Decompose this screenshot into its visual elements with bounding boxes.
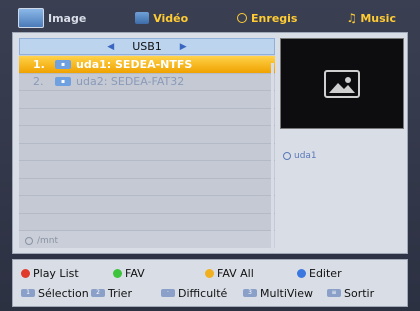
current-path: /mnt	[25, 236, 58, 246]
empty-row	[19, 161, 275, 179]
item-number: 1.	[33, 57, 45, 71]
empty-row	[19, 126, 275, 144]
tab-video-label: Vidéo	[153, 11, 189, 25]
legend-sortir-label: Sortir	[344, 286, 375, 300]
video-icon	[135, 12, 150, 24]
arrow-right-icon[interactable]: ▶	[180, 42, 187, 52]
tab-video[interactable]: Vidéo	[135, 12, 188, 25]
tab-music-label: Music	[360, 11, 396, 25]
usb-drive-icon: ▪	[55, 77, 71, 87]
list-item[interactable]: 1. ▪ uda1: SEDEA-NTFS	[19, 56, 275, 74]
key-2-icon: 2	[91, 289, 105, 297]
legend-difficulte-label: Difficulté	[178, 286, 228, 300]
image-icon	[18, 8, 44, 28]
empty-row	[19, 213, 275, 231]
tab-record-label: Enregis	[251, 11, 298, 25]
key-info-icon: ·	[161, 289, 175, 297]
media-tabbar: Image Vidéo Enregis ♫ Music	[10, 4, 410, 32]
device-selector[interactable]: ◀ USB1 ▶	[19, 38, 275, 55]
key-3-icon: 3	[243, 289, 257, 297]
item-name: uda2: SEDEA-FAT32	[76, 75, 185, 89]
preview-info-text: uda1	[294, 151, 317, 161]
scrollbar[interactable]	[271, 63, 274, 253]
music-icon: ♫	[346, 11, 358, 25]
legend-fav-all-label: FAV All	[217, 266, 254, 280]
green-key-icon	[113, 268, 122, 278]
drive-icon	[283, 152, 291, 160]
legend-difficulte[interactable]: · Difficulté	[161, 287, 243, 300]
file-list: ◀ USB1 ▶ 1. ▪ uda1: SEDEA-NTFS 2. ▪ uda2…	[19, 38, 275, 253]
legend-trier[interactable]: 2 Trier	[91, 287, 161, 300]
usb-drive-icon: ▪	[55, 59, 71, 69]
key-legend: Play List FAV FAV All Editer 1 Sélection…	[12, 259, 408, 307]
legend-selection-label: Sélection	[38, 286, 89, 300]
legend-fav-label: FAV	[125, 266, 145, 280]
red-key-icon	[21, 268, 30, 278]
folder-icon	[25, 237, 33, 245]
empty-row	[19, 196, 275, 214]
record-icon	[237, 13, 248, 23]
legend-multiview-label: MultiView	[260, 286, 313, 300]
key-menu-icon: ≡	[327, 289, 341, 297]
tab-image-label: Image	[48, 11, 87, 25]
empty-row	[19, 108, 275, 126]
yellow-key-icon	[205, 268, 214, 278]
legend-trier-label: Trier	[108, 286, 132, 300]
tab-image[interactable]: Image	[18, 8, 86, 28]
legend-selection[interactable]: 1 Sélection	[21, 287, 91, 300]
browser-panel: ◀ USB1 ▶ 1. ▪ uda1: SEDEA-NTFS 2. ▪ uda2…	[12, 32, 408, 254]
empty-row	[19, 91, 275, 109]
device-label: USB1	[132, 40, 162, 53]
path-text: /mnt	[37, 236, 59, 246]
legend-fav[interactable]: FAV	[113, 267, 205, 280]
item-name: uda1: SEDEA-NTFS	[76, 57, 193, 71]
preview-info: uda1	[283, 151, 317, 161]
blue-key-icon	[297, 268, 306, 278]
legend-sortir[interactable]: ≡ Sortir	[327, 287, 374, 300]
legend-play-list[interactable]: Play List	[21, 267, 113, 280]
image-placeholder-icon	[324, 69, 360, 98]
preview-pane	[280, 38, 404, 129]
legend-editer-label: Editer	[309, 266, 342, 280]
tab-music[interactable]: ♫ Music	[346, 12, 396, 25]
legend-editer[interactable]: Editer	[297, 267, 342, 280]
legend-fav-all[interactable]: FAV All	[205, 267, 297, 280]
legend-multiview[interactable]: 3 MultiView	[243, 287, 327, 300]
tab-record[interactable]: Enregis	[237, 12, 297, 25]
key-1-icon: 1	[21, 289, 35, 297]
arrow-left-icon[interactable]: ◀	[107, 42, 114, 52]
item-number: 2.	[33, 75, 44, 89]
empty-row	[19, 178, 275, 196]
media-browser-screen: Image Vidéo Enregis ♫ Music ◀ USB1 ▶ 1. …	[0, 0, 420, 311]
empty-row	[19, 143, 275, 161]
legend-play-list-label: Play List	[33, 266, 79, 280]
list-item[interactable]: 2. ▪ uda2: SEDEA-FAT32	[19, 73, 275, 91]
